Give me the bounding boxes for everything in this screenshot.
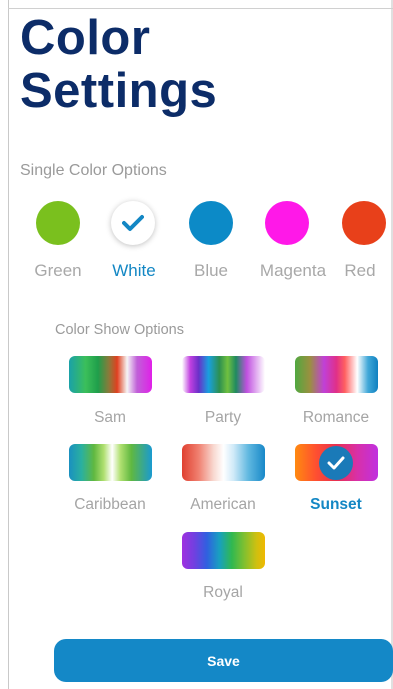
show-tile-royal[interactable] xyxy=(182,532,265,569)
show-tile-american[interactable] xyxy=(182,444,265,481)
color-show-section-label: Color Show Options xyxy=(55,322,184,338)
color-swatch-magenta[interactable] xyxy=(265,201,309,245)
show-tile-sam[interactable] xyxy=(69,356,152,393)
show-label-american: American xyxy=(190,496,256,513)
show-label-royal: Royal xyxy=(203,584,243,601)
single-color-section-label: Single Color Options xyxy=(20,162,167,179)
show-label-party: Party xyxy=(204,409,242,426)
color-swatch-red[interactable] xyxy=(342,201,386,245)
sunset-selected-badge xyxy=(319,446,353,480)
checkmark-icon xyxy=(122,215,144,231)
show-label-sam: Sam xyxy=(94,409,126,426)
show-label-romance: Romance xyxy=(302,409,370,426)
color-label-red: Red xyxy=(344,261,376,280)
show-tile-romance[interactable] xyxy=(295,356,378,393)
page-title-line1: Color xyxy=(20,11,151,65)
color-swatch-blue[interactable] xyxy=(189,201,233,245)
color-label-blue: Blue xyxy=(193,261,229,280)
show-tile-party[interactable] xyxy=(182,356,265,393)
show-tile-caribbean[interactable] xyxy=(69,444,152,481)
save-button[interactable]: Save xyxy=(54,639,393,682)
show-label-sunset: Sunset xyxy=(310,496,362,513)
color-label-magenta: Magenta xyxy=(259,261,327,280)
color-swatch-green[interactable] xyxy=(36,201,80,245)
page-title-line2: Settings xyxy=(20,64,218,118)
left-border xyxy=(8,0,9,689)
show-label-caribbean: Caribbean xyxy=(74,496,146,513)
top-border xyxy=(8,8,393,9)
color-swatch-white[interactable] xyxy=(111,201,155,245)
page-title: Color Settings xyxy=(20,12,217,118)
checkmark-icon xyxy=(327,456,345,470)
show-tile-sunset[interactable] xyxy=(295,444,378,481)
